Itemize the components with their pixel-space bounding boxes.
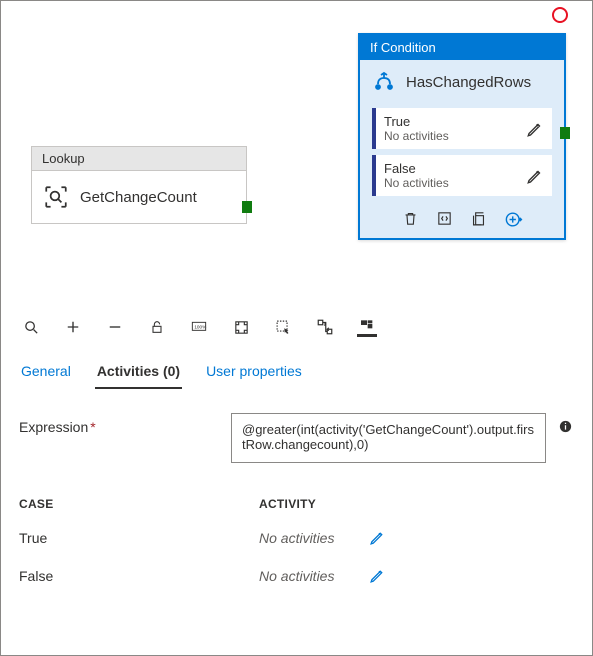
- edit-icon[interactable]: [526, 120, 544, 138]
- column-header-case: CASE: [19, 497, 259, 511]
- lookup-icon: [42, 183, 70, 211]
- lock-icon[interactable]: [147, 317, 167, 337]
- activity-name: HasChangedRows: [406, 74, 531, 91]
- svg-text:100%: 100%: [194, 324, 206, 329]
- zoom-100-icon[interactable]: 100%: [189, 317, 209, 337]
- table-row: True No activities: [19, 519, 574, 557]
- add-output-icon[interactable]: [504, 210, 522, 228]
- zoom-in-icon[interactable]: [63, 317, 83, 337]
- branch-true[interactable]: True No activities: [372, 108, 552, 149]
- activity-value: No activities: [259, 530, 369, 546]
- tab-general[interactable]: General: [19, 357, 73, 389]
- auto-align-icon[interactable]: [315, 317, 335, 337]
- edit-icon[interactable]: [369, 529, 387, 547]
- fit-screen-icon[interactable]: [231, 317, 251, 337]
- info-icon[interactable]: [558, 419, 574, 435]
- activity-type-label: Lookup: [32, 147, 246, 171]
- table-row: False No activities: [19, 557, 574, 595]
- select-icon[interactable]: [273, 317, 293, 337]
- activity-type-label: If Condition: [360, 35, 564, 60]
- copy-icon[interactable]: [470, 210, 488, 228]
- case-value: True: [19, 530, 259, 546]
- branch-subtext: No activities: [384, 176, 449, 190]
- case-table: CASE ACTIVITY True No activities False N…: [1, 473, 592, 605]
- column-header-activity: ACTIVITY: [259, 497, 574, 511]
- edit-icon[interactable]: [369, 567, 387, 585]
- delete-icon[interactable]: [402, 210, 420, 228]
- required-asterisk: *: [90, 419, 95, 435]
- minimap-icon[interactable]: [357, 317, 377, 337]
- branch-subtext: No activities: [384, 129, 449, 143]
- properties-tabs: General Activities (0) User properties: [1, 351, 592, 389]
- activity-name: GetChangeCount: [80, 189, 197, 206]
- activity-node-if-condition[interactable]: If Condition HasChangedRows True No acti…: [358, 33, 566, 240]
- zoom-out-icon[interactable]: [105, 317, 125, 337]
- validation-error-indicator: [552, 7, 568, 23]
- success-output-handle[interactable]: [242, 201, 252, 213]
- canvas-toolbar: 100%: [1, 303, 592, 351]
- code-icon[interactable]: [436, 210, 454, 228]
- case-value: False: [19, 568, 259, 584]
- node-action-bar: [360, 202, 564, 238]
- edit-icon[interactable]: [526, 167, 544, 185]
- if-condition-icon: [372, 70, 396, 94]
- activity-node-lookup[interactable]: Lookup GetChangeCount: [31, 146, 247, 224]
- pipeline-canvas[interactable]: Lookup GetChangeCount If Condition: [1, 1, 592, 303]
- tab-user-properties[interactable]: User properties: [204, 357, 304, 389]
- branch-false[interactable]: False No activities: [372, 155, 552, 196]
- expression-input[interactable]: @greater(int(activity('GetChangeCount').…: [231, 413, 546, 463]
- expression-label: Expression*: [19, 413, 219, 435]
- success-output-handle[interactable]: [560, 127, 570, 139]
- tab-activities[interactable]: Activities (0): [95, 357, 182, 389]
- branch-label: True: [384, 114, 449, 129]
- branch-label: False: [384, 161, 449, 176]
- activity-value: No activities: [259, 568, 369, 584]
- expression-row: Expression* @greater(int(activity('GetCh…: [1, 389, 592, 473]
- search-icon[interactable]: [21, 317, 41, 337]
